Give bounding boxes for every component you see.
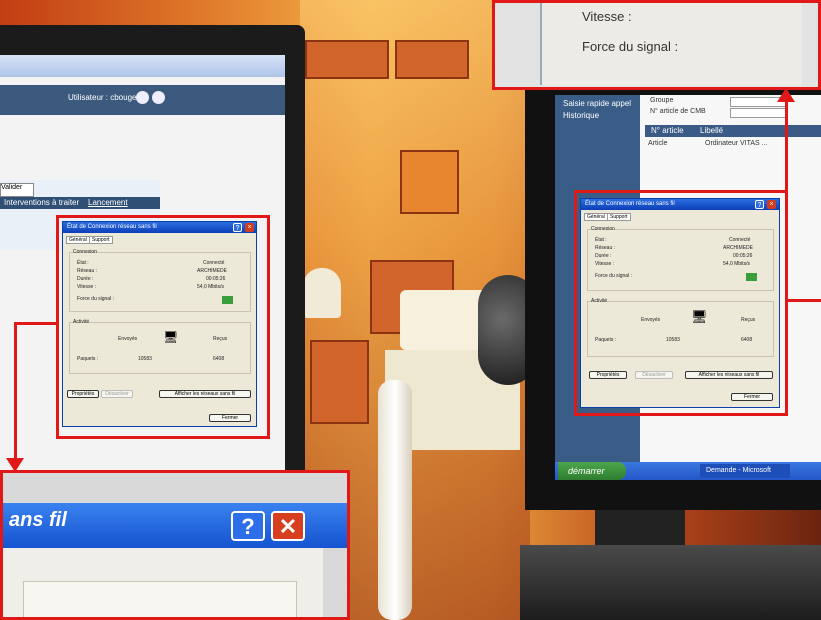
zoom-callout-bottom: ans fil ? ✕: [0, 470, 350, 620]
connector-line: [785, 299, 821, 302]
zoomed-titlebar: ans fil ? ✕: [3, 503, 347, 548]
zoomed-group-box: [23, 581, 297, 617]
article-table-header: N° article Libellé: [645, 125, 821, 137]
highlight-frame-left: [56, 215, 270, 439]
settings-icon[interactable]: [152, 91, 165, 104]
table-cell-article: Article: [648, 140, 668, 147]
sidebar-item-historique[interactable]: Historique: [563, 111, 599, 120]
highlight-frame-right: [574, 190, 788, 416]
browser-titlebar: [0, 55, 285, 77]
white-object: [400, 290, 490, 350]
connector-line: [14, 322, 59, 325]
zoomed-title: ans fil: [9, 509, 67, 531]
shelf-box: [400, 150, 459, 214]
taskbar-item[interactable]: Demande - Microsoft: [700, 464, 790, 478]
col-libelle: Libellé: [700, 126, 724, 135]
col-article: N° article: [651, 126, 684, 135]
zoom-signal-label: Force du signal :: [582, 39, 679, 54]
connector-line: [785, 100, 788, 300]
white-pole: [378, 380, 412, 620]
zoom-speed-label: Vitesse :: [582, 9, 632, 24]
valider-button[interactable]: Valider: [0, 183, 34, 197]
group-field-label: Groupe: [650, 97, 674, 104]
connector-line: [14, 322, 17, 460]
zoom-callout-top: Vitesse : Force du signal :: [492, 0, 821, 90]
zoomed-dialog-area: Vitesse : Force du signal :: [540, 3, 802, 85]
sidebar-item-saisie[interactable]: Saisie rapide appel: [563, 99, 631, 108]
row-value[interactable]: Lancement: [88, 198, 128, 207]
monitor-stand: [595, 510, 685, 550]
arrow-up-icon: [777, 88, 795, 102]
article-field-label: N° article de CMB: [650, 108, 706, 115]
article-input[interactable]: [730, 108, 787, 118]
laptop-base: [520, 545, 821, 620]
home-icon[interactable]: [136, 91, 149, 104]
start-button[interactable]: démarrer: [558, 462, 626, 480]
shelf-box: [395, 40, 469, 79]
shelf-box: [305, 40, 389, 79]
shelf-box: [310, 340, 369, 424]
table-cell-libelle: Ordinateur VITAS ...: [705, 140, 768, 147]
person-background: [303, 268, 341, 318]
help-icon[interactable]: ?: [231, 511, 265, 541]
table-header: Interventions à traiter Lancement: [0, 197, 160, 209]
close-icon[interactable]: ✕: [271, 511, 305, 541]
user-label: Utilisateur : cbouget: [68, 93, 139, 102]
row-label: Interventions à traiter: [4, 198, 80, 207]
